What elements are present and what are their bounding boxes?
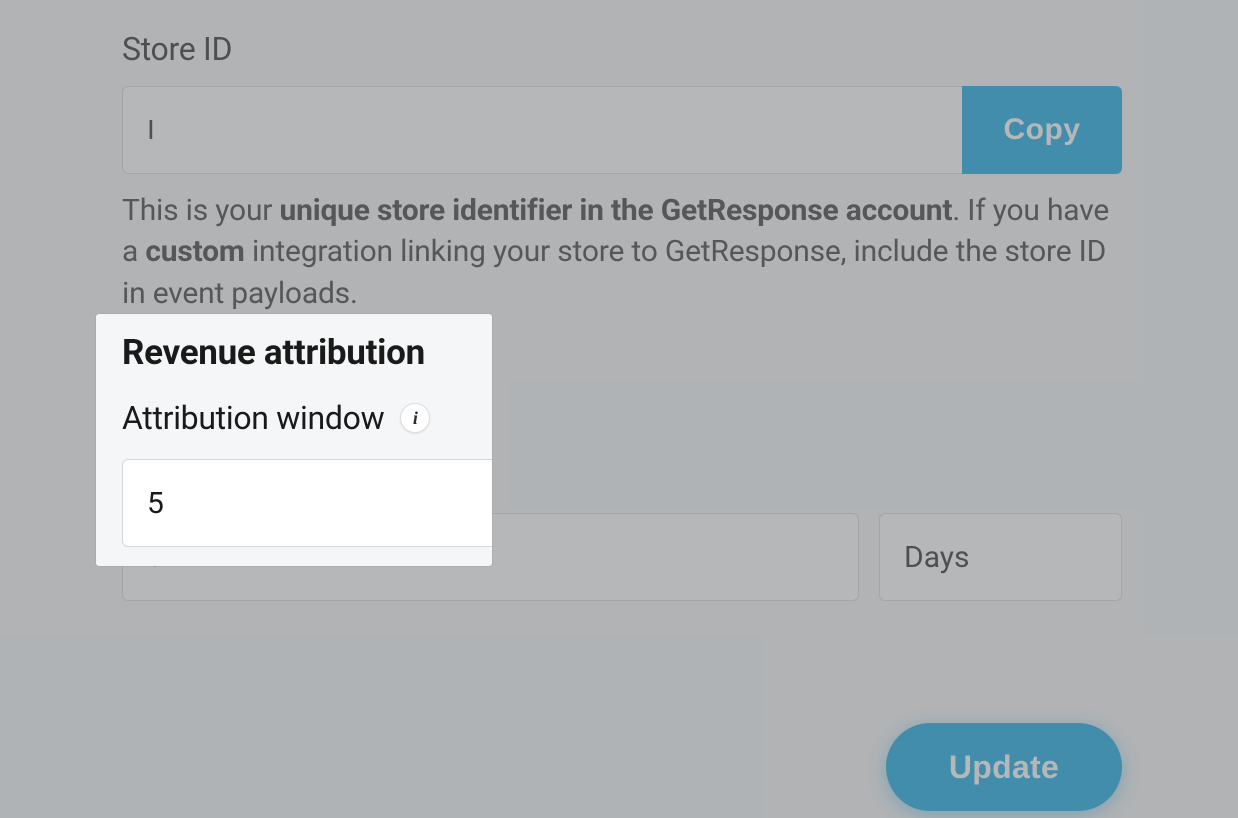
store-id-help: This is your unique store identifier in … xyxy=(122,190,1122,314)
page-root: Store ID Copy This is your unique store … xyxy=(0,0,1238,818)
copy-button[interactable]: Copy xyxy=(962,86,1122,174)
store-id-row: Copy xyxy=(122,86,1122,174)
attribution-window-label: Attribution window xyxy=(122,453,384,491)
attribution-window-row: Days xyxy=(122,513,1122,601)
info-icon[interactable]: i xyxy=(400,457,430,487)
attribution-window-label-row: Attribution window i xyxy=(122,453,1122,491)
store-id-label: Store ID xyxy=(122,30,1122,68)
attribution-unit-value: Days xyxy=(904,540,969,575)
help-text-part: This is your xyxy=(122,193,280,228)
attribution-unit-select[interactable]: Days xyxy=(879,513,1122,601)
store-id-input[interactable] xyxy=(122,86,962,174)
help-text-bold: custom xyxy=(145,234,244,269)
help-text-part: integration linking your store to GetRes… xyxy=(122,234,1106,310)
help-text-bold: unique store identifier in the GetRespon… xyxy=(280,193,953,228)
settings-form: Store ID Copy This is your unique store … xyxy=(122,30,1122,811)
update-button[interactable]: Update xyxy=(886,723,1122,811)
attribution-window-input[interactable] xyxy=(122,513,859,601)
revenue-attribution-heading: Revenue attribution xyxy=(122,386,1122,427)
